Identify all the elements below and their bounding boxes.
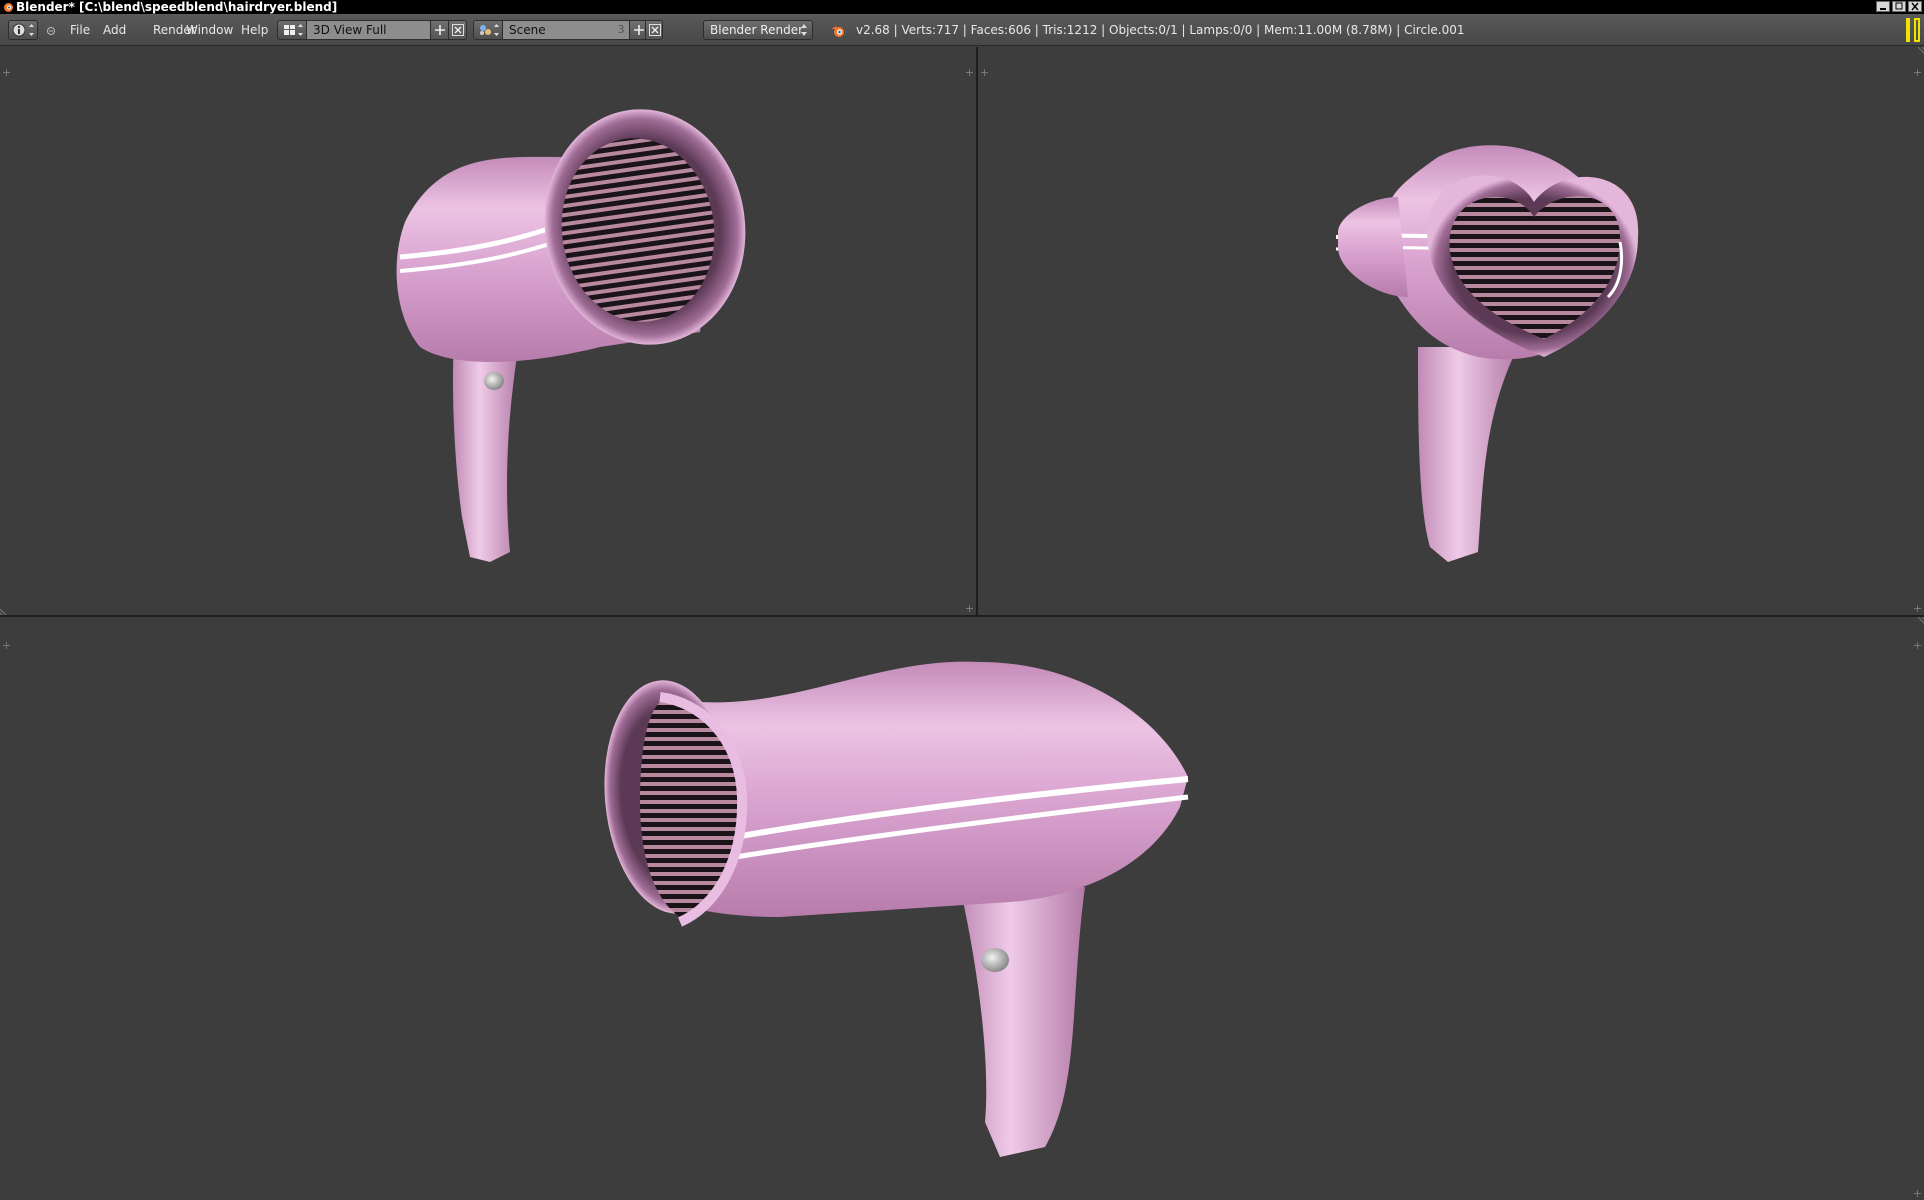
- info-header: File Add Render Window Help 3D View Full: [0, 14, 1924, 46]
- x-icon: [452, 24, 464, 36]
- delete-scene-button[interactable]: [646, 20, 663, 40]
- scene-selector: Scene 3: [473, 20, 663, 40]
- x-icon: [649, 24, 662, 36]
- scene-name-field[interactable]: Scene 3: [503, 20, 630, 40]
- area-join-handle[interactable]: [1914, 18, 1920, 42]
- window-title-bar: Blender* [C:\blend\speedblend\hairdryer.…: [0, 0, 1924, 14]
- scene-users-count: 3: [617, 23, 625, 36]
- render-engine-label: Blender Render: [710, 23, 804, 37]
- screen-layout-selector: 3D View Full: [277, 20, 467, 40]
- select-arrows-icon: [801, 24, 807, 36]
- collapse-menus-icon[interactable]: [46, 25, 56, 35]
- screen-layout-name-field[interactable]: 3D View Full: [307, 20, 431, 40]
- menu-add[interactable]: Add: [99, 20, 130, 40]
- scene-dropdown[interactable]: [473, 20, 503, 40]
- 3d-viewport-top-right[interactable]: [978, 47, 1924, 615]
- editor-type-button[interactable]: [8, 20, 38, 40]
- scene-statistics: v2.68 | Verts:717 | Faces:606 | Tris:121…: [856, 23, 1465, 37]
- 3d-viewport-bottom[interactable]: [0, 617, 1924, 1200]
- hairdryer-model-view-3: [604, 661, 1189, 1157]
- hairdryer-model-view-1: [396, 109, 746, 562]
- minimize-button[interactable]: [1876, 1, 1890, 12]
- info-icon: [12, 23, 34, 37]
- screen-layout-icon: [284, 24, 303, 36]
- screen-layout-dropdown[interactable]: [277, 20, 307, 40]
- delete-screen-button[interactable]: [449, 20, 467, 40]
- render-engine-select[interactable]: Blender Render: [703, 20, 813, 40]
- menu-window[interactable]: Window: [182, 20, 237, 40]
- menu-help[interactable]: Help: [237, 20, 272, 40]
- hairdryer-model-view-2: [1335, 145, 1639, 562]
- add-screen-button[interactable]: [431, 20, 449, 40]
- maximize-button[interactable]: [1892, 1, 1906, 12]
- plus-icon: [633, 25, 644, 35]
- area-split-handle[interactable]: [1906, 18, 1910, 42]
- scene-name: Scene: [509, 23, 546, 37]
- close-button[interactable]: [1908, 1, 1922, 12]
- blender-app-icon: [4, 3, 13, 12]
- window-title: Blender* [C:\blend\speedblend\hairdryer.…: [16, 0, 338, 14]
- blender-logo-icon: [831, 26, 844, 37]
- plus-icon: [435, 25, 445, 35]
- menu-file[interactable]: File: [66, 20, 94, 40]
- scene-icon: [480, 24, 499, 36]
- add-scene-button[interactable]: [629, 20, 647, 40]
- 3d-viewport-top-left[interactable]: [0, 47, 976, 615]
